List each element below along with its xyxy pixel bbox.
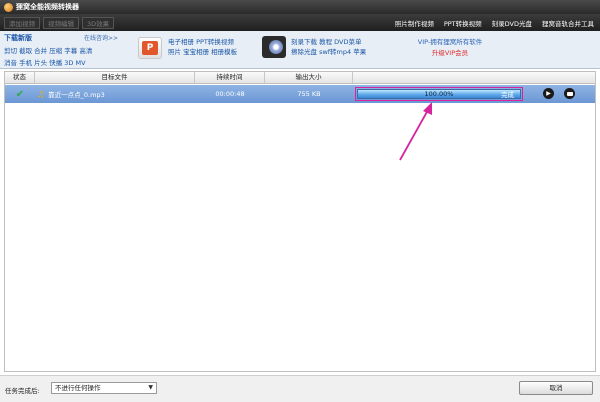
ad-banner: 下载新版 在线咨询>> 剪切 截取 合并 压缩 字幕 高清 消音 手机 片头 快… — [0, 31, 600, 69]
col-duration[interactable]: 持续时间 — [195, 72, 265, 83]
album-ad-line-1[interactable]: 电子相册 PPT转换视频 — [168, 37, 237, 47]
after-task-select[interactable]: 不进行任何操作 ▼ — [51, 382, 157, 394]
photo-to-video-link[interactable]: 照片制作视频 — [395, 18, 434, 28]
vip-panel[interactable]: VIP-拥有狸窝所有软件 升级VIP会员 — [392, 33, 508, 66]
vip-title[interactable]: VIP-拥有狸窝所有软件 — [392, 37, 508, 48]
after-task-value[interactable]: 不进行任何操作 — [55, 384, 101, 392]
cancel-button[interactable]: 取消 — [519, 381, 593, 395]
task-table-header: 状态 目标文件 持续时间 输出大小 — [4, 71, 596, 84]
dvd-ad-line-2[interactable]: 擦除光盘 swf转mp4 苹果 — [291, 47, 366, 57]
file-cell: ♫ 靠近一点点_0.mp3 — [35, 89, 195, 100]
table-row[interactable]: ✔ ♫ 靠近一点点_0.mp3 00:00:48 755 KB 100.00% … — [5, 85, 595, 103]
add-video-button[interactable]: 添加视频 — [4, 16, 40, 29]
ppt-icon[interactable]: P — [138, 37, 162, 59]
3d-effect-button[interactable]: 3D效果 — [82, 16, 115, 29]
status-done-text: 完成 — [501, 91, 514, 99]
app-logo-icon — [4, 2, 13, 12]
dvd-disc-icon[interactable] — [262, 36, 286, 58]
ppt-to-video-link[interactable]: PPT转换视频 — [444, 18, 482, 28]
progress-percent: 100.00% — [424, 90, 454, 98]
annotation-highlight-box: 100.00% — [355, 87, 523, 101]
album-ad[interactable]: 电子相册 PPT转换视频 照片 宝宝相册 相册模板 — [168, 37, 237, 57]
file-name: 靠近一点点_0.mp3 — [48, 91, 105, 99]
vip-upgrade-link[interactable]: 升级VIP会员 — [392, 48, 508, 59]
after-task-label: 任务完成后: — [5, 387, 40, 395]
col-target-file[interactable]: 目标文件 — [35, 72, 195, 83]
col-progress — [353, 72, 595, 83]
toolbar: 添加视频 视频编辑 3D效果 照片制作视频 PPT转换视频 刻录DVD光盘 狸窝… — [0, 14, 600, 31]
window-title: 狸窝全能视频转换器 — [16, 3, 79, 11]
duration-cell: 00:00:48 — [215, 90, 245, 98]
download-features-row-1[interactable]: 剪切 截取 合并 压缩 字幕 高清 — [4, 45, 118, 55]
open-folder-icon[interactable] — [564, 88, 575, 99]
dvd-ad[interactable]: 刻录下载 教程 DVD菜单 擦除光盘 swf转mp4 苹果 — [291, 37, 366, 57]
title-bar: 狸窝全能视频转换器 — [0, 0, 600, 14]
size-cell: 755 KB — [297, 90, 321, 98]
download-features-row-2[interactable]: 消音 手机 片头 快播 3D MV — [4, 57, 118, 67]
col-status[interactable]: 状态 — [5, 72, 35, 83]
dvd-ad-line-1[interactable]: 刻录下载 教程 DVD菜单 — [291, 37, 366, 47]
edit-video-button[interactable]: 视频编辑 — [43, 16, 79, 29]
audio-merge-tool-link[interactable]: 狸窝音轨合并工具 — [542, 18, 594, 28]
col-output-size[interactable]: 输出大小 — [265, 72, 353, 83]
chevron-down-icon[interactable]: ▼ — [148, 383, 153, 393]
music-note-icon: ♫ — [37, 89, 45, 99]
progress-cell: 100.00% 完成 ▶ — [353, 85, 595, 103]
burn-dvd-link[interactable]: 刻录DVD光盘 — [492, 18, 532, 28]
online-help-link[interactable]: 在线咨询>> — [84, 33, 118, 42]
progress-bar: 100.00% — [357, 89, 521, 99]
play-icon[interactable]: ▶ — [543, 88, 554, 99]
album-ad-line-2[interactable]: 照片 宝宝相册 相册模板 — [168, 47, 237, 57]
download-panel: 下载新版 在线咨询>> 剪切 截取 合并 压缩 字幕 高清 消音 手机 片头 快… — [4, 33, 118, 67]
checkmark-icon: ✔ — [15, 88, 25, 100]
bottom-bar: 任务完成后: 不进行任何操作 ▼ 取消 — [0, 375, 600, 402]
task-list[interactable]: ✔ ♫ 靠近一点点_0.mp3 00:00:48 755 KB 100.00% … — [4, 84, 596, 372]
